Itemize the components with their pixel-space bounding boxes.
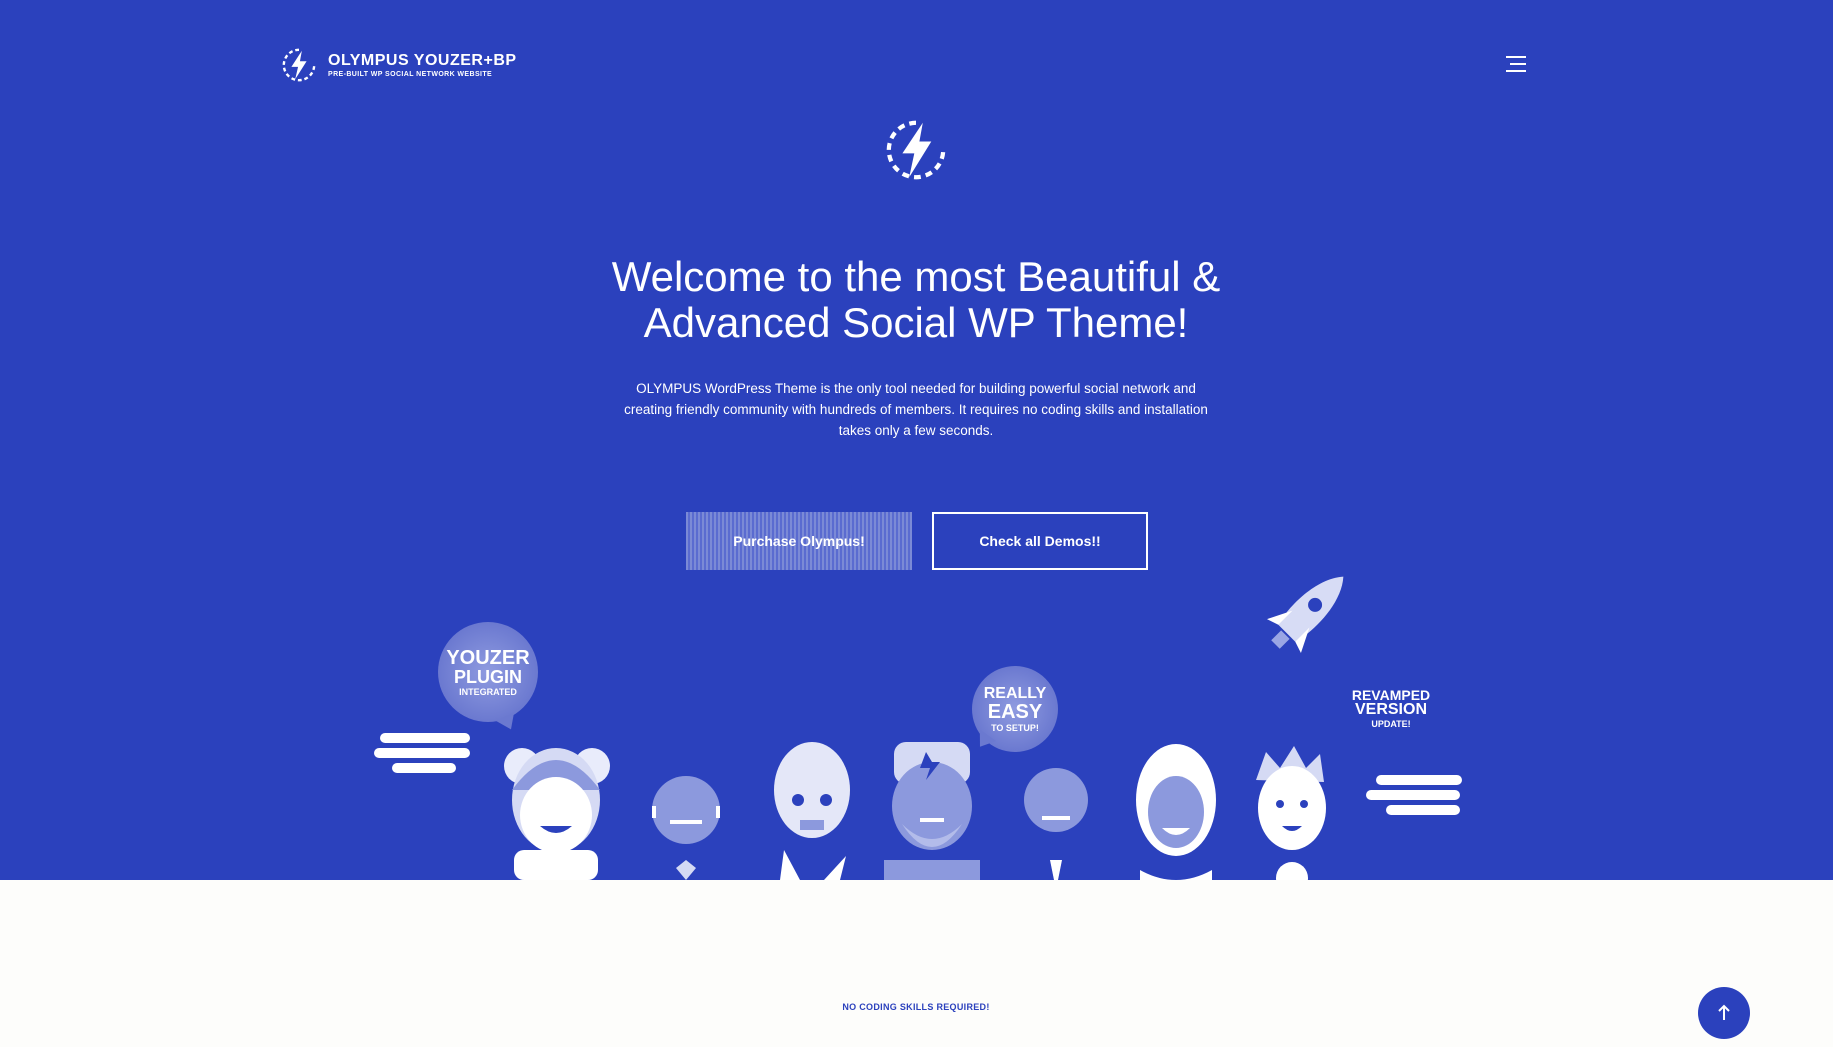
- badge-easy-line-2: EASY: [987, 700, 1043, 723]
- badge-easy-line-1: REALLY: [983, 684, 1047, 702]
- badge-revamped-version: REVAMPED VERSION UPDATE!: [1336, 688, 1446, 729]
- characters-illustration: [374, 576, 1462, 880]
- character-blonde: [1136, 744, 1216, 880]
- back-to-top-button[interactable]: [1698, 987, 1750, 1039]
- badge-revamped-line-3: UPDATE!: [1371, 719, 1411, 729]
- cloud-right: [1366, 775, 1462, 815]
- badge-youzer-line-1: YOUZER: [446, 646, 530, 669]
- badge-easy-setup: REALLY EASY TO SETUP!: [972, 666, 1058, 752]
- badge-easy-line-3: TO SETUP!: [991, 722, 1039, 733]
- badge-youzer-line-2: PLUGIN: [453, 666, 522, 687]
- character-spiky: [1256, 746, 1326, 880]
- character-zombie: [774, 742, 850, 880]
- hero-section: OLYMPUS YOUZER+BP PRE-BUILT WP SOCIAL NE…: [0, 0, 1833, 880]
- character-girl: [504, 748, 610, 880]
- rocket: [1266, 576, 1344, 654]
- arrow-up-icon: [1718, 1004, 1730, 1020]
- badge-youzer-plugin: YOUZER PLUGIN INTEGRATED: [438, 622, 538, 722]
- cloud-left: [374, 733, 470, 773]
- character-cap: [884, 742, 980, 880]
- badge-revamped-line-1: REVAMPED: [1351, 687, 1431, 703]
- character-boy-small: [652, 776, 720, 880]
- badge-revamped-line-2: VERSION: [1354, 701, 1427, 718]
- section-label: NO CODING SKILLS REQUIRED!: [842, 1002, 990, 1012]
- badge-youzer-line-3: INTEGRATED: [459, 686, 517, 697]
- character-man-dark: [1024, 768, 1088, 880]
